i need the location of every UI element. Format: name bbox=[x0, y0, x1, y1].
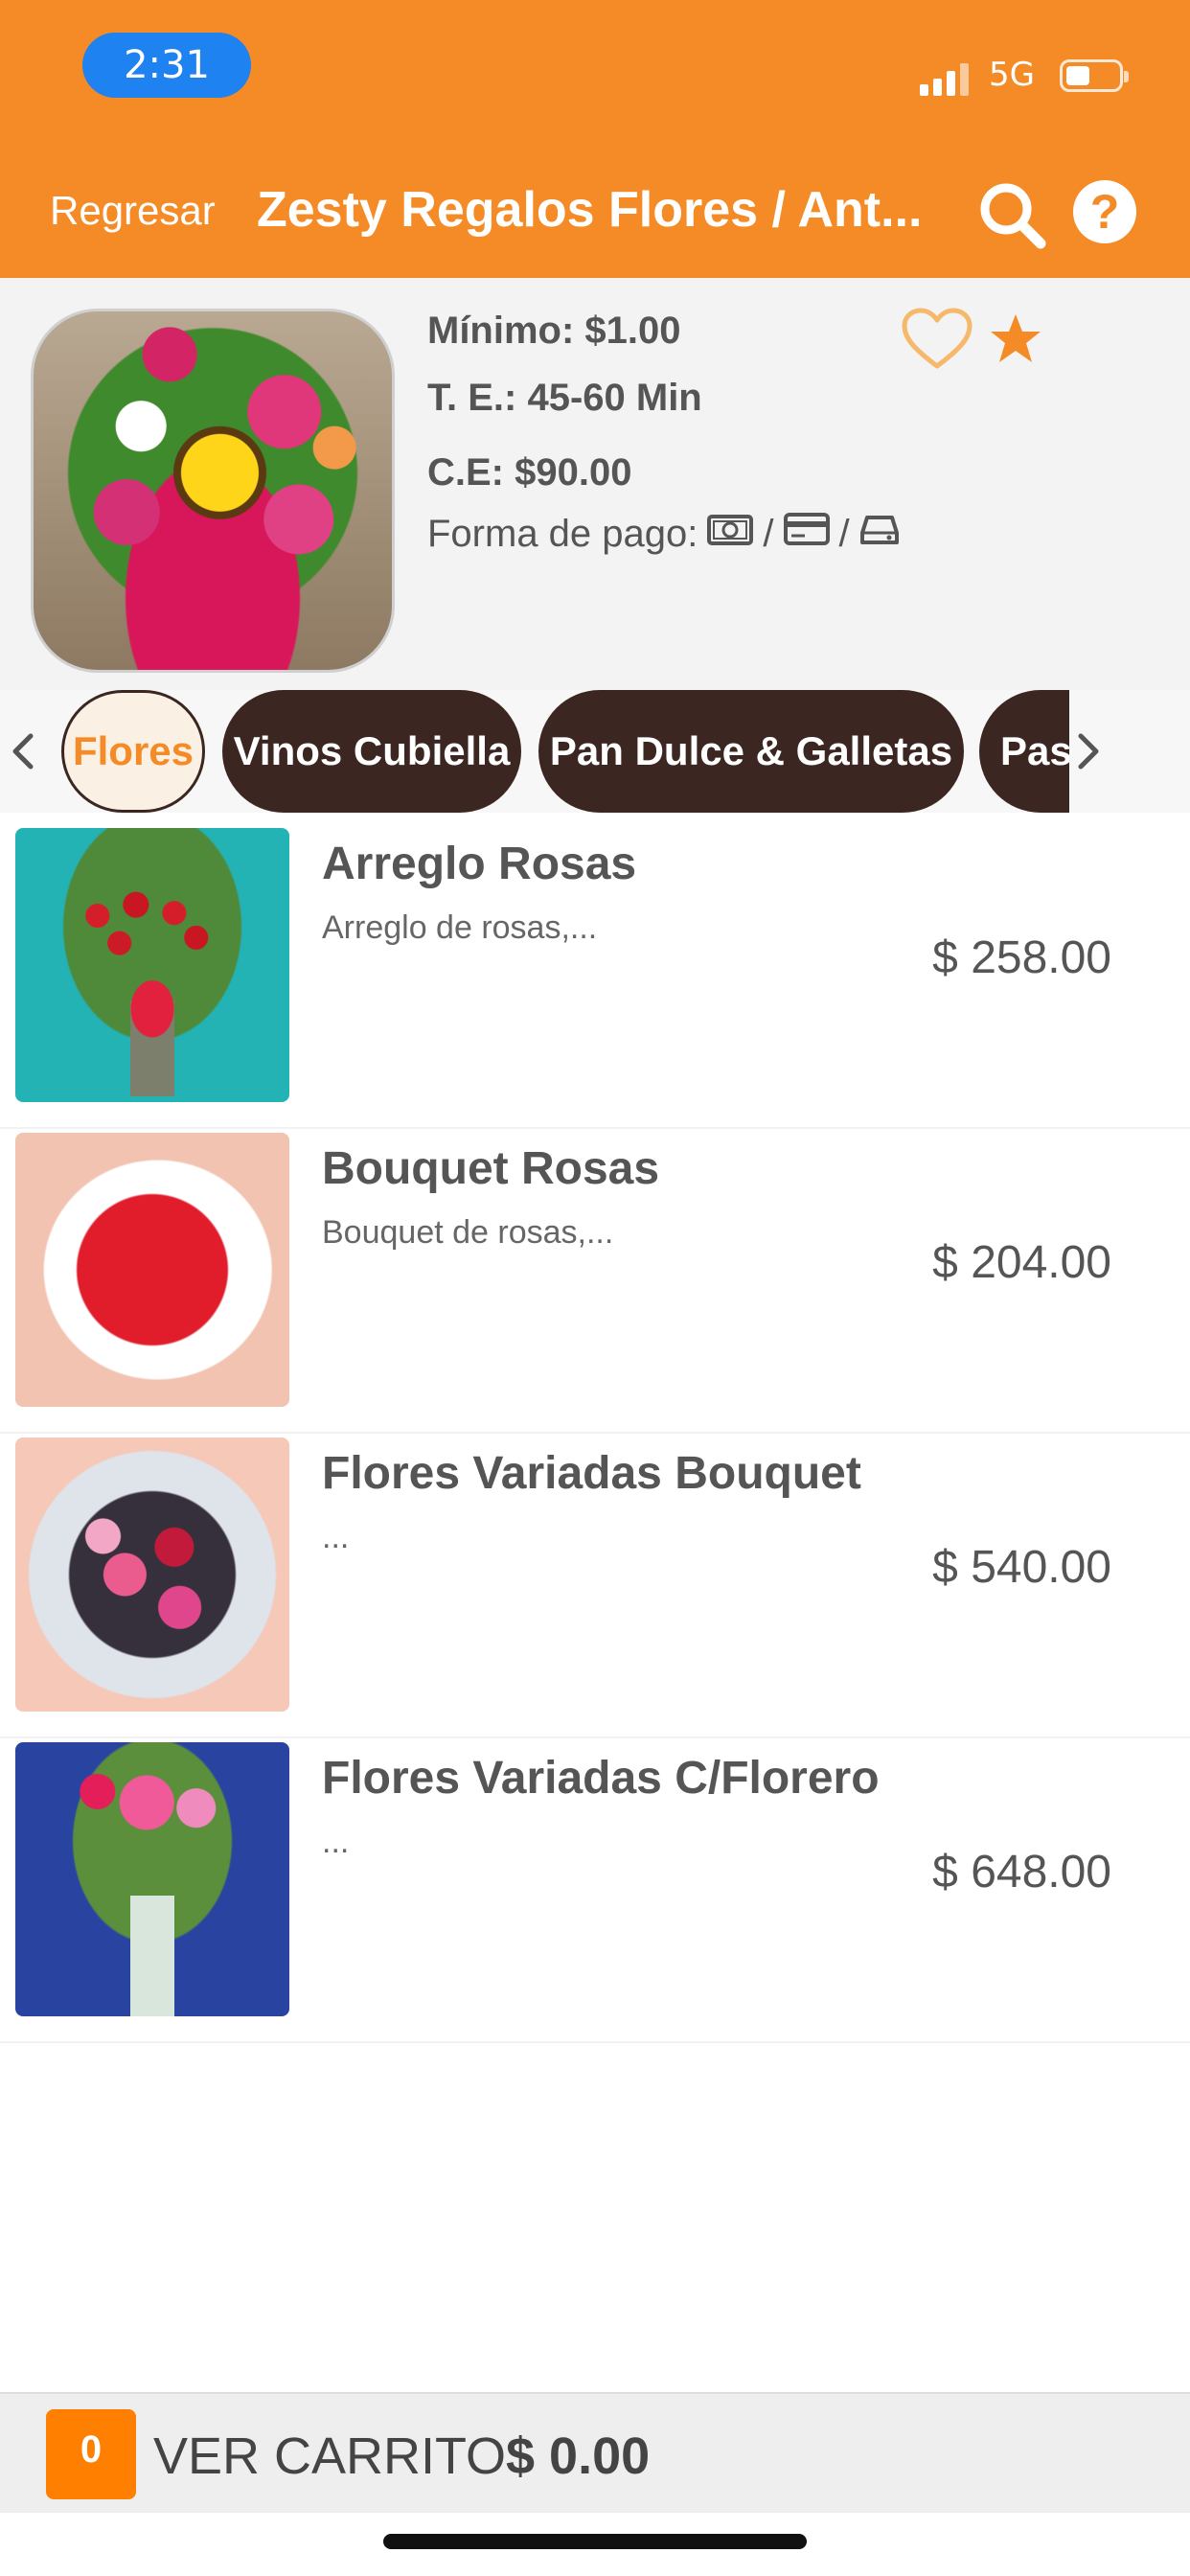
product-name: Flores Variadas Bouquet bbox=[322, 1448, 861, 1499]
heart-icon[interactable] bbox=[901, 307, 973, 372]
view-cart-bar[interactable]: 0 VER CARRITO $ 0.00 bbox=[0, 2392, 1190, 2513]
product-name: Bouquet Rosas bbox=[322, 1143, 660, 1194]
help-icon[interactable]: ? bbox=[1073, 180, 1136, 243]
network-label: 5G bbox=[989, 56, 1035, 94]
category-tab-pan-dulce[interactable]: Pan Dulce & Galletas bbox=[538, 690, 964, 813]
product-price: $ 540.00 bbox=[932, 1542, 1111, 1593]
store-logo bbox=[31, 309, 395, 673]
product-name: Arreglo Rosas bbox=[322, 839, 637, 889]
product-image bbox=[15, 1438, 289, 1712]
product-price: $ 204.00 bbox=[932, 1237, 1111, 1288]
product-image bbox=[15, 1742, 289, 2016]
status-time: 2:31 bbox=[82, 33, 251, 98]
product-description: Bouquet de rosas,... bbox=[322, 1214, 614, 1251]
back-button[interactable]: Regresar bbox=[50, 182, 216, 240]
product-item[interactable]: Flores Variadas C/Florero ... $ 648.00 bbox=[0, 1738, 1190, 2043]
status-bar: 2:31 5G bbox=[0, 0, 1190, 134]
product-name: Flores Variadas C/Florero bbox=[322, 1753, 880, 1804]
category-tab-pas[interactable]: Pas bbox=[979, 690, 1069, 813]
store-screen: 2:31 5G Regresar Zesty Regalos Flores / … bbox=[0, 0, 1190, 2576]
product-description: ... bbox=[322, 1519, 350, 1555]
signal-icon bbox=[920, 59, 973, 96]
product-item[interactable]: Bouquet Rosas Bouquet de rosas,... $ 204… bbox=[0, 1129, 1190, 1434]
product-price: $ 258.00 bbox=[932, 932, 1111, 983]
product-image bbox=[15, 1133, 289, 1407]
terminal-icon bbox=[859, 508, 900, 560]
store-title: Zesty Regalos Flores / Ant... bbox=[257, 182, 923, 238]
product-description: ... bbox=[322, 1824, 350, 1860]
category-tab-vinos[interactable]: Vinos Cubiella bbox=[222, 690, 521, 813]
product-description: Arreglo de rosas,... bbox=[322, 909, 598, 946]
category-strip: Flores Vinos Cubiella Pan Dulce & Gallet… bbox=[59, 690, 1069, 813]
card-icon bbox=[783, 508, 830, 560]
category-bar: Flores Vinos Cubiella Pan Dulce & Gallet… bbox=[0, 690, 1190, 813]
cash-icon bbox=[707, 508, 754, 560]
product-item[interactable]: Arreglo Rosas Arreglo de rosas,... $ 258… bbox=[0, 824, 1190, 1129]
search-icon[interactable] bbox=[975, 178, 1048, 251]
star-icon bbox=[987, 310, 1044, 368]
product-item[interactable]: Flores Variadas Bouquet ... $ 540.00 bbox=[0, 1434, 1190, 1738]
header: 2:31 5G Regresar Zesty Regalos Flores / … bbox=[0, 0, 1190, 278]
product-price: $ 648.00 bbox=[932, 1847, 1111, 1898]
category-tab-flores[interactable]: Flores bbox=[61, 690, 205, 813]
home-indicator[interactable] bbox=[383, 2534, 807, 2549]
product-image bbox=[15, 828, 289, 1102]
chevron-left-icon[interactable] bbox=[4, 715, 42, 788]
payment-methods: Forma de pago: / / bbox=[427, 508, 900, 560]
delivery-time: T. E.: 45-60 Min bbox=[427, 377, 702, 419]
battery-icon bbox=[1060, 59, 1129, 92]
minimum-order: Mínimo: $1.00 bbox=[427, 310, 681, 352]
cart-total: $ 0.00 bbox=[506, 2427, 651, 2485]
view-cart-label: VER CARRITO bbox=[153, 2427, 507, 2485]
cart-count-badge: 0 bbox=[46, 2409, 136, 2499]
store-info: Mínimo: $1.00 T. E.: 45-60 Min C.E: $90.… bbox=[0, 278, 1190, 690]
delivery-cost: C.E: $90.00 bbox=[427, 451, 632, 494]
payment-separator: / bbox=[763, 513, 774, 555]
payment-separator: / bbox=[838, 513, 850, 555]
chevron-right-icon[interactable] bbox=[1069, 715, 1108, 788]
payment-label: Forma de pago: bbox=[427, 513, 698, 555]
